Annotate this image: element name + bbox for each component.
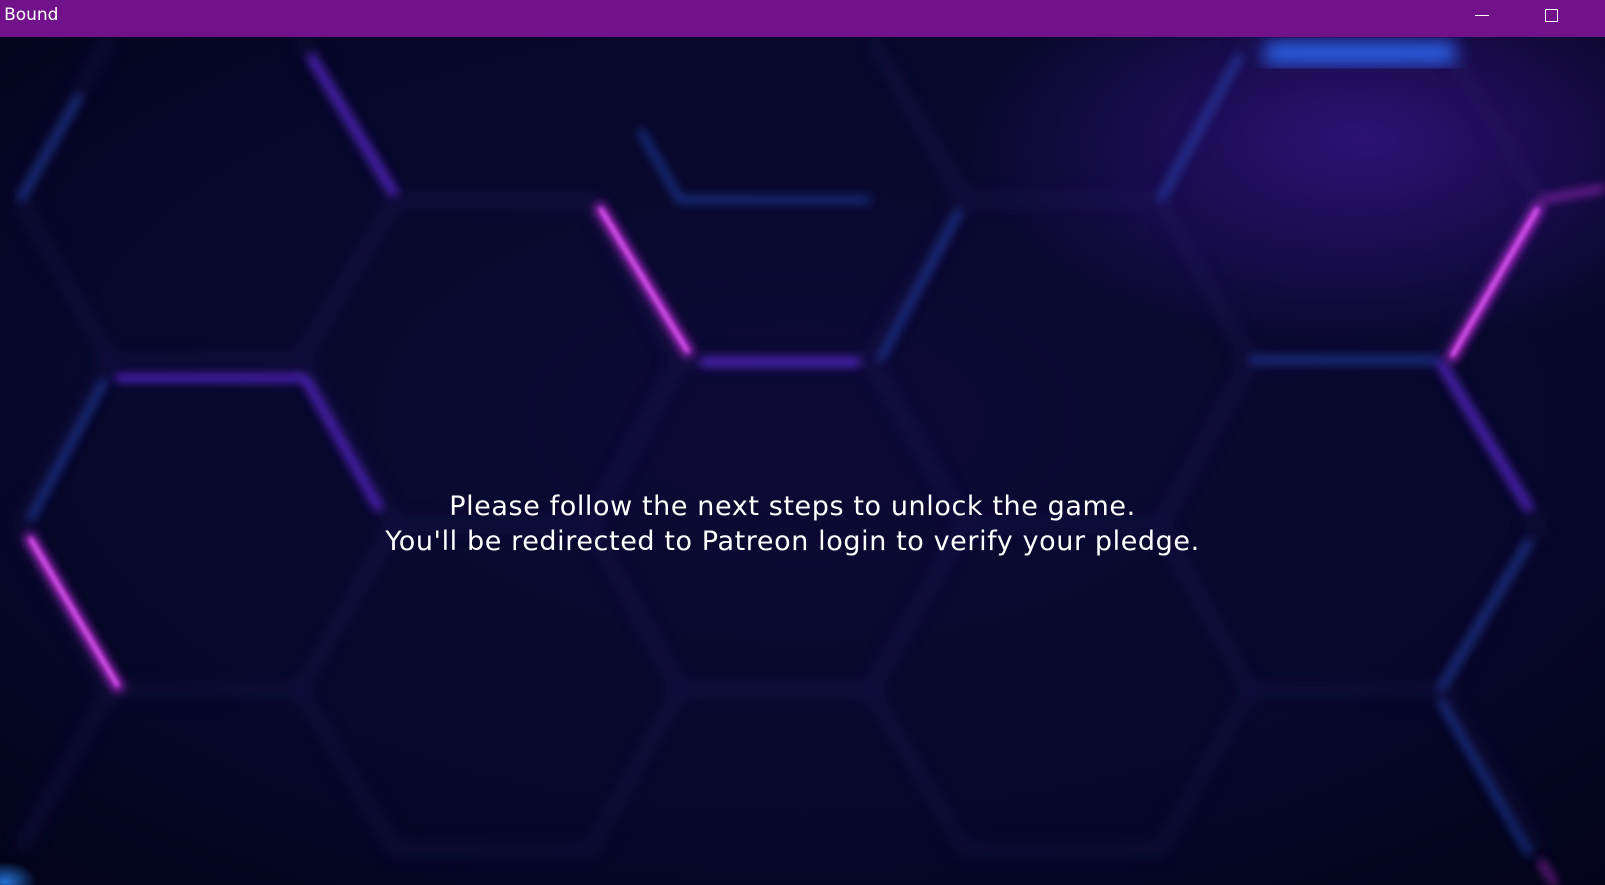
- hexagon-pattern: [0, 37, 1605, 885]
- minimize-button[interactable]: [1448, 0, 1516, 30]
- maximize-button[interactable]: [1517, 0, 1585, 30]
- minimize-icon: [1475, 14, 1489, 16]
- title-bar[interactable]: t Bound: [0, 0, 1605, 37]
- app-window: t Bound: [0, 0, 1605, 885]
- message-line-1: Please follow the next steps to unlock t…: [449, 491, 1136, 522]
- maximize-icon: [1544, 8, 1558, 22]
- hexagon-background: [0, 37, 1605, 885]
- window-title: t Bound: [0, 5, 59, 25]
- message-line-2: You'll be redirected to Patreon login to…: [385, 526, 1200, 557]
- unlock-message: Please follow the next steps to unlock t…: [0, 489, 1585, 559]
